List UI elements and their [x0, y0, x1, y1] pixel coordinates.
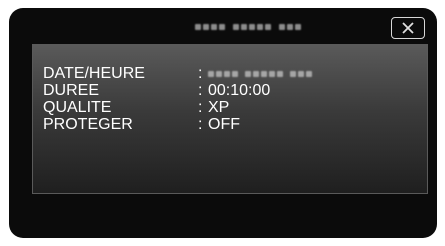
- blurred-title-segment: [279, 24, 301, 30]
- info-value: OFF: [208, 116, 240, 133]
- info-table: DATE/HEURE : DUREE : 00:10:00 QUALITE :: [43, 65, 312, 133]
- info-label: DATE/HEURE: [43, 65, 145, 82]
- info-row-date-time: DATE/HEURE :: [43, 65, 312, 82]
- info-row-duration: DUREE : 00:10:00: [43, 82, 312, 99]
- info-separator: :: [198, 82, 203, 99]
- info-value-blurred: [208, 65, 312, 82]
- info-row-protect: PROTEGER : OFF: [43, 116, 312, 133]
- info-value: XP: [208, 99, 230, 116]
- info-label: DUREE: [43, 82, 100, 99]
- close-button[interactable]: [391, 17, 425, 39]
- info-row-quality: QUALITE : XP: [43, 99, 312, 116]
- info-label: QUALITE: [43, 99, 112, 116]
- camera-screen: DATE/HEURE : DUREE : 00:10:00 QUALITE :: [9, 8, 437, 238]
- info-separator: :: [198, 116, 203, 133]
- blurred-title: [195, 20, 341, 34]
- info-separator: :: [198, 99, 203, 116]
- info-separator: :: [198, 65, 203, 82]
- info-label: PROTEGER: [43, 116, 133, 133]
- blurred-title-segment: [233, 24, 271, 30]
- info-value: 00:10:00: [208, 82, 271, 99]
- close-icon: [402, 22, 414, 34]
- info-panel: DATE/HEURE : DUREE : 00:10:00 QUALITE :: [32, 44, 428, 194]
- blurred-title-segment: [195, 24, 225, 30]
